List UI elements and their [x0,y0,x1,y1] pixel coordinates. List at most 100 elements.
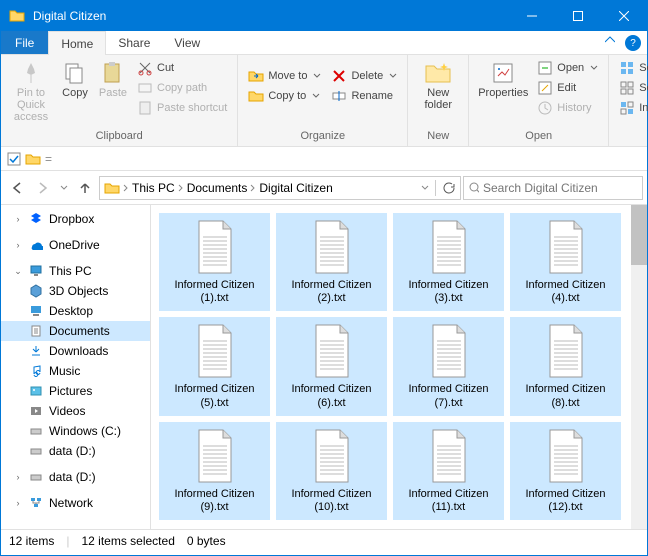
nav-datad2[interactable]: ›data (D:) [1,467,150,487]
organize-group: Move to Copy to Delete Rename [238,55,408,146]
crumb-documents[interactable]: Documents [187,181,248,195]
nav-network[interactable]: ›Network [1,493,150,513]
maximize-button[interactable] [555,1,601,31]
edit-button[interactable]: Edit [533,79,602,97]
nav-thispc[interactable]: ⌄This PC [1,261,150,281]
file-label: Informed Citizen (5).txt [161,383,268,409]
chevron-down-icon[interactable] [421,184,429,192]
open-button[interactable]: Open [533,59,602,77]
file-pane[interactable]: Informed Citizen (1).txtInformed Citizen… [151,205,647,529]
delete-icon [331,68,347,84]
invert-selection-button[interactable]: Invert selection [615,99,648,117]
refresh-icon[interactable] [442,181,456,195]
paste-button[interactable]: Paste [95,57,131,99]
open-label: Open [475,130,602,144]
file-item[interactable]: Informed Citizen (4).txt [510,213,621,311]
file-item[interactable]: Informed Citizen (5).txt [159,317,270,415]
search-input[interactable] [483,181,638,195]
folder-icon[interactable] [25,152,41,166]
nav-datad[interactable]: data (D:) [1,441,150,461]
search-box[interactable] [463,176,643,200]
clipboard-label: Clipboard [7,130,231,144]
select-group: Select all Select none Invert selection … [609,55,648,146]
nav-windowsc[interactable]: Windows (C:) [1,421,150,441]
edit-icon [537,80,553,96]
help-button[interactable]: ? [625,35,641,51]
checkbox-icon[interactable] [7,152,21,166]
chevron-down-icon [590,64,598,72]
file-item[interactable]: Informed Citizen (12).txt [510,422,621,520]
scrollbar-thumb[interactable] [631,205,647,265]
paste-shortcut-button[interactable]: Paste shortcut [133,99,231,117]
nav-3dobjects[interactable]: 3D Objects [1,281,150,301]
file-item[interactable]: Informed Citizen (6).txt [276,317,387,415]
chevron-right-icon [177,184,185,192]
recent-button[interactable] [57,176,71,200]
file-label: Informed Citizen (9).txt [161,488,268,514]
crumb-current[interactable]: Digital Citizen [259,181,332,195]
up-button[interactable] [73,176,97,200]
pin-icon [19,61,43,85]
collapse-ribbon-button[interactable] [599,31,621,54]
title-bar: Digital Citizen [1,1,647,31]
folder-icon [9,8,25,24]
file-item[interactable]: Informed Citizen (11).txt [393,422,504,520]
textfile-icon [542,323,590,379]
close-button[interactable] [601,1,647,31]
view-tab[interactable]: View [162,31,212,54]
crumb-thispc[interactable]: This PC [132,181,175,195]
file-item[interactable]: Informed Citizen (3).txt [393,213,504,311]
file-item[interactable]: Informed Citizen (8).txt [510,317,621,415]
clipboard-group: Pin to Quick access Copy Paste Cut Copy … [1,55,238,146]
select-none-button[interactable]: Select none [615,79,648,97]
history-button[interactable]: History [533,99,602,117]
select-all-button[interactable]: Select all [615,59,648,77]
copy-path-button[interactable]: Copy path [133,79,231,97]
move-to-button[interactable]: Move to [244,67,325,85]
nav-pictures[interactable]: Pictures [1,381,150,401]
nav-videos[interactable]: Videos [1,401,150,421]
downloads-icon [29,344,43,358]
file-item[interactable]: Informed Citizen (2).txt [276,213,387,311]
new-folder-button[interactable]: New folder [414,57,462,111]
home-tab[interactable]: Home [48,31,106,55]
file-label: Informed Citizen (11).txt [395,488,502,514]
file-item[interactable]: Informed Citizen (9).txt [159,422,270,520]
copy-button[interactable]: Copy [57,57,93,99]
minimize-button[interactable] [509,1,555,31]
file-item[interactable]: Informed Citizen (10).txt [276,422,387,520]
file-item[interactable]: Informed Citizen (7).txt [393,317,504,415]
file-label: Informed Citizen (3).txt [395,279,502,305]
forward-button[interactable] [31,176,55,200]
pin-quick-access-button[interactable]: Pin to Quick access [7,57,55,123]
textfile-icon [542,428,590,484]
textfile-icon [308,219,356,275]
cut-button[interactable]: Cut [133,59,231,77]
search-icon [468,181,479,195]
nav-documents[interactable]: Documents [1,321,150,341]
nav-desktop[interactable]: Desktop [1,301,150,321]
new-group: New folder New [408,55,469,146]
copyto-icon [248,88,264,104]
nav-downloads[interactable]: Downloads [1,341,150,361]
drive-icon [29,470,43,484]
status-bar: 12 items | 12 items selected 0 bytes [1,529,647,551]
breadcrumb-bar[interactable]: This PC Documents Digital Citizen [99,176,461,200]
file-item[interactable]: Informed Citizen (1).txt [159,213,270,311]
ribbon: Pin to Quick access Copy Paste Cut Copy … [1,55,647,147]
properties-button[interactable]: Properties [475,57,531,99]
nav-music[interactable]: Music [1,361,150,381]
textfile-icon [425,428,473,484]
rename-icon [331,88,347,104]
copy-to-button[interactable]: Copy to [244,87,325,105]
rename-button[interactable]: Rename [327,87,401,105]
organize-label: Organize [244,130,401,144]
back-button[interactable] [5,176,29,200]
nav-dropbox[interactable]: ›Dropbox [1,209,150,229]
share-tab[interactable]: Share [106,31,162,54]
file-tab[interactable]: File [1,31,48,54]
delete-button[interactable]: Delete [327,67,401,85]
nav-onedrive[interactable]: ›OneDrive [1,235,150,255]
onedrive-icon [29,238,43,252]
file-label: Informed Citizen (7).txt [395,383,502,409]
